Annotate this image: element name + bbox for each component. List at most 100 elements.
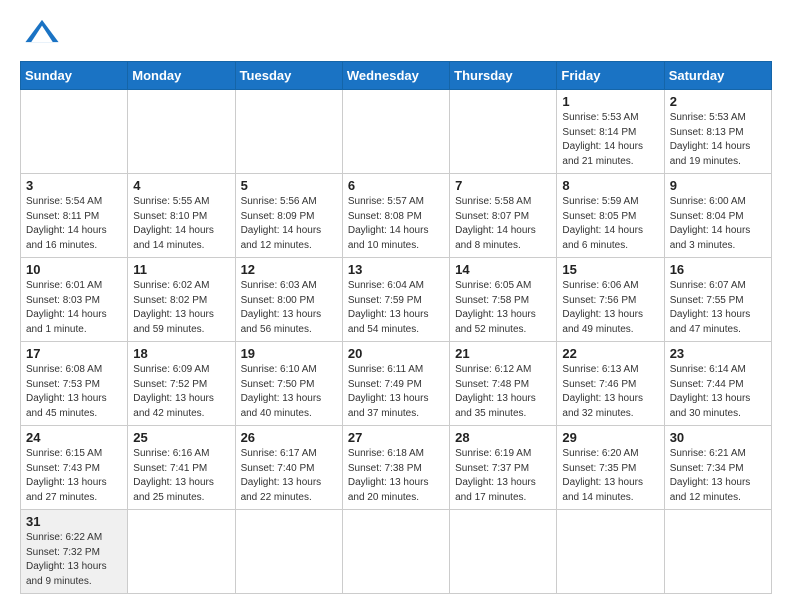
day-cell: 31 Sunrise: 6:22 AM Sunset: 7:32 PM Dayli… <box>21 510 128 594</box>
weekday-sunday: Sunday <box>21 62 128 90</box>
day-number: 19 <box>241 346 337 361</box>
weekday-header-row: SundayMondayTuesdayWednesdayThursdayFrid… <box>21 62 772 90</box>
day-number: 7 <box>455 178 551 193</box>
day-cell <box>664 510 771 594</box>
header <box>20 16 772 51</box>
day-info: Sunrise: 6:18 AM Sunset: 7:38 PM Dayligh… <box>348 447 444 505</box>
day-cell: 28 Sunrise: 6:19 AM Sunset: 7:37 PM Dayli… <box>450 426 557 510</box>
week-row-1: 1 Sunrise: 5:53 AM Sunset: 8:14 PM Daylig… <box>21 90 772 174</box>
day-number: 17 <box>26 346 122 361</box>
day-cell: 11 Sunrise: 6:02 AM Sunset: 8:02 PM Dayli… <box>128 258 235 342</box>
week-row-5: 24 Sunrise: 6:15 AM Sunset: 7:43 PM Dayli… <box>21 426 772 510</box>
day-cell: 24 Sunrise: 6:15 AM Sunset: 7:43 PM Dayli… <box>21 426 128 510</box>
day-cell: 5Sunrise: 5:56 AM Sunset: 8:09 PM Daylig… <box>235 174 342 258</box>
day-number: 9 <box>670 178 766 193</box>
day-number: 27 <box>348 430 444 445</box>
day-cell <box>450 90 557 174</box>
logo <box>20 16 60 51</box>
day-number: 29 <box>562 430 658 445</box>
day-number: 12 <box>241 262 337 277</box>
day-number: 10 <box>26 262 122 277</box>
day-cell: 20 Sunrise: 6:11 AM Sunset: 7:49 PM Dayli… <box>342 342 449 426</box>
day-info: Sunrise: 6:17 AM Sunset: 7:40 PM Dayligh… <box>241 447 337 505</box>
day-number: 24 <box>26 430 122 445</box>
day-info: Sunrise: 6:08 AM Sunset: 7:53 PM Dayligh… <box>26 363 122 421</box>
day-cell: 8 Sunrise: 5:59 AM Sunset: 8:05 PM Daylig… <box>557 174 664 258</box>
day-cell: 2 Sunrise: 5:53 AM Sunset: 8:13 PM Daylig… <box>664 90 771 174</box>
day-info: Sunrise: 6:10 AM Sunset: 7:50 PM Dayligh… <box>241 363 337 421</box>
day-number: 1 <box>562 94 658 109</box>
day-info: Sunrise: 6:04 AM Sunset: 7:59 PM Dayligh… <box>348 279 444 337</box>
day-cell: 4 Sunrise: 5:55 AM Sunset: 8:10 PM Daylig… <box>128 174 235 258</box>
day-cell: 7 Sunrise: 5:58 AM Sunset: 8:07 PM Daylig… <box>450 174 557 258</box>
day-number: 23 <box>670 346 766 361</box>
day-cell: 15Sunrise: 6:06 AM Sunset: 7:56 PM Dayli… <box>557 258 664 342</box>
day-info: Sunrise: 5:59 AM Sunset: 8:05 PM Dayligh… <box>562 195 658 253</box>
day-cell: 13Sunrise: 6:04 AM Sunset: 7:59 PM Dayli… <box>342 258 449 342</box>
day-info: Sunrise: 6:20 AM Sunset: 7:35 PM Dayligh… <box>562 447 658 505</box>
day-number: 5 <box>241 178 337 193</box>
day-cell <box>128 510 235 594</box>
weekday-tuesday: Tuesday <box>235 62 342 90</box>
week-row-3: 10Sunrise: 6:01 AM Sunset: 8:03 PM Dayli… <box>21 258 772 342</box>
day-number: 11 <box>133 262 229 277</box>
day-info: Sunrise: 6:02 AM Sunset: 8:02 PM Dayligh… <box>133 279 229 337</box>
weekday-thursday: Thursday <box>450 62 557 90</box>
day-cell: 9 Sunrise: 6:00 AM Sunset: 8:04 PM Daylig… <box>664 174 771 258</box>
day-info: Sunrise: 6:11 AM Sunset: 7:49 PM Dayligh… <box>348 363 444 421</box>
day-info: Sunrise: 6:00 AM Sunset: 8:04 PM Dayligh… <box>670 195 766 253</box>
day-number: 15 <box>562 262 658 277</box>
day-cell <box>21 90 128 174</box>
day-number: 8 <box>562 178 658 193</box>
day-cell: 12Sunrise: 6:03 AM Sunset: 8:00 PM Dayli… <box>235 258 342 342</box>
calendar: SundayMondayTuesdayWednesdayThursdayFrid… <box>20 61 772 594</box>
day-number: 20 <box>348 346 444 361</box>
day-cell: 27 Sunrise: 6:18 AM Sunset: 7:38 PM Dayli… <box>342 426 449 510</box>
day-cell: 23 Sunrise: 6:14 AM Sunset: 7:44 PM Dayli… <box>664 342 771 426</box>
day-info: Sunrise: 6:14 AM Sunset: 7:44 PM Dayligh… <box>670 363 766 421</box>
day-info: Sunrise: 5:55 AM Sunset: 8:10 PM Dayligh… <box>133 195 229 253</box>
day-info: Sunrise: 6:21 AM Sunset: 7:34 PM Dayligh… <box>670 447 766 505</box>
day-cell: 1 Sunrise: 5:53 AM Sunset: 8:14 PM Daylig… <box>557 90 664 174</box>
day-cell: 6 Sunrise: 5:57 AM Sunset: 8:08 PM Daylig… <box>342 174 449 258</box>
day-number: 25 <box>133 430 229 445</box>
day-number: 22 <box>562 346 658 361</box>
day-info: Sunrise: 6:12 AM Sunset: 7:48 PM Dayligh… <box>455 363 551 421</box>
day-info: Sunrise: 6:15 AM Sunset: 7:43 PM Dayligh… <box>26 447 122 505</box>
day-number: 16 <box>670 262 766 277</box>
day-number: 2 <box>670 94 766 109</box>
day-info: Sunrise: 5:57 AM Sunset: 8:08 PM Dayligh… <box>348 195 444 253</box>
day-info: Sunrise: 6:16 AM Sunset: 7:41 PM Dayligh… <box>133 447 229 505</box>
day-info: Sunrise: 6:09 AM Sunset: 7:52 PM Dayligh… <box>133 363 229 421</box>
day-info: Sunrise: 6:22 AM Sunset: 7:32 PM Dayligh… <box>26 531 122 589</box>
day-cell: 25 Sunrise: 6:16 AM Sunset: 7:41 PM Dayli… <box>128 426 235 510</box>
day-cell: 22Sunrise: 6:13 AM Sunset: 7:46 PM Dayli… <box>557 342 664 426</box>
day-number: 4 <box>133 178 229 193</box>
day-number: 18 <box>133 346 229 361</box>
weekday-saturday: Saturday <box>664 62 771 90</box>
day-cell: 29 Sunrise: 6:20 AM Sunset: 7:35 PM Dayli… <box>557 426 664 510</box>
day-cell <box>235 510 342 594</box>
day-number: 28 <box>455 430 551 445</box>
day-cell: 17 Sunrise: 6:08 AM Sunset: 7:53 PM Dayli… <box>21 342 128 426</box>
week-row-6: 31 Sunrise: 6:22 AM Sunset: 7:32 PM Dayli… <box>21 510 772 594</box>
day-number: 31 <box>26 514 122 529</box>
day-number: 14 <box>455 262 551 277</box>
day-cell: 19 Sunrise: 6:10 AM Sunset: 7:50 PM Dayli… <box>235 342 342 426</box>
day-number: 26 <box>241 430 337 445</box>
day-info: Sunrise: 5:54 AM Sunset: 8:11 PM Dayligh… <box>26 195 122 253</box>
day-info: Sunrise: 5:53 AM Sunset: 8:14 PM Dayligh… <box>562 111 658 169</box>
day-info: Sunrise: 5:53 AM Sunset: 8:13 PM Dayligh… <box>670 111 766 169</box>
weekday-monday: Monday <box>128 62 235 90</box>
page: SundayMondayTuesdayWednesdayThursdayFrid… <box>0 0 792 610</box>
day-cell: 18 Sunrise: 6:09 AM Sunset: 7:52 PM Dayli… <box>128 342 235 426</box>
day-cell <box>235 90 342 174</box>
day-cell <box>128 90 235 174</box>
week-row-4: 17 Sunrise: 6:08 AM Sunset: 7:53 PM Dayli… <box>21 342 772 426</box>
day-info: Sunrise: 5:58 AM Sunset: 8:07 PM Dayligh… <box>455 195 551 253</box>
day-info: Sunrise: 6:19 AM Sunset: 7:37 PM Dayligh… <box>455 447 551 505</box>
day-info: Sunrise: 6:05 AM Sunset: 7:58 PM Dayligh… <box>455 279 551 337</box>
day-cell: 21Sunrise: 6:12 AM Sunset: 7:48 PM Dayli… <box>450 342 557 426</box>
day-info: Sunrise: 6:07 AM Sunset: 7:55 PM Dayligh… <box>670 279 766 337</box>
day-number: 6 <box>348 178 444 193</box>
